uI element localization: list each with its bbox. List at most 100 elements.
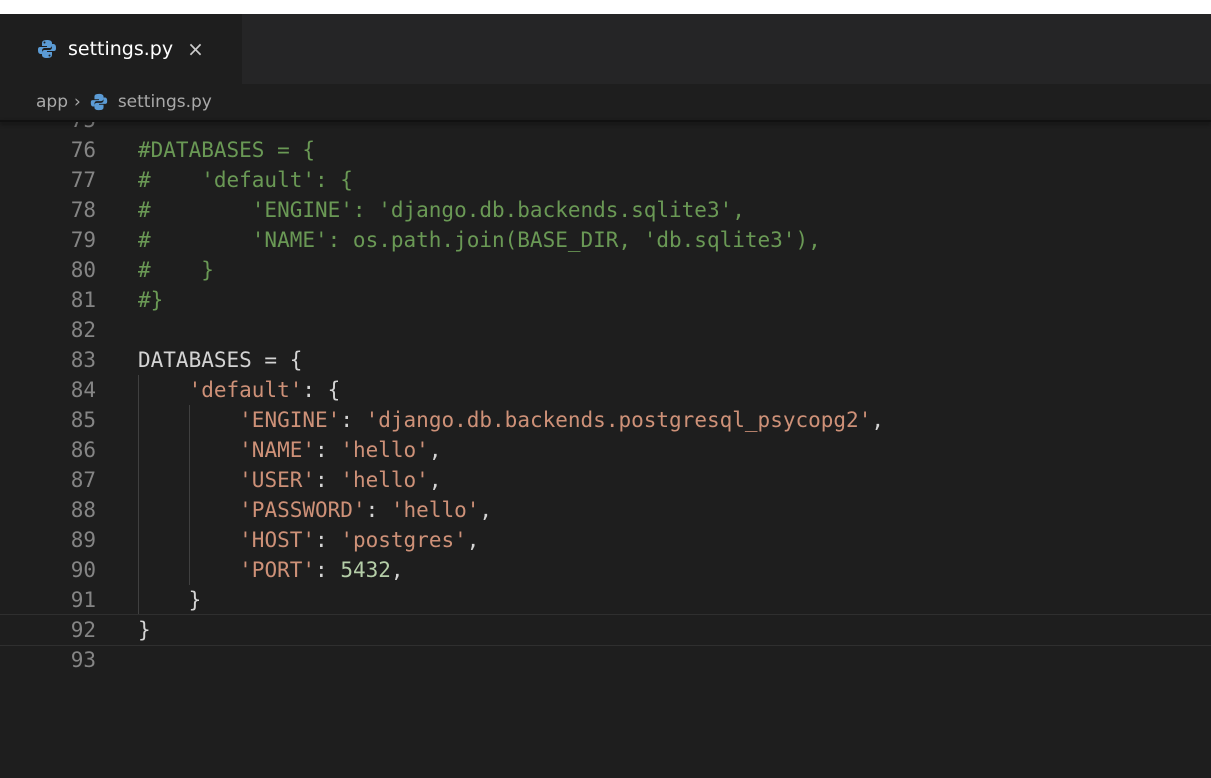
line-code: 'ENGINE': 'django.db.backends.postgresql… <box>138 405 884 435</box>
code-token: } <box>138 588 202 612</box>
line-number: 80 <box>70 258 96 282</box>
code-line[interactable]: 76 #DATABASES = { <box>0 135 1211 165</box>
code-token: #DATABASES = { <box>138 138 316 162</box>
code-token: 'USER' <box>239 468 316 492</box>
code-token: #} <box>138 288 164 312</box>
code-line[interactable]: 88 'PASSWORD': 'hello', <box>0 495 1211 525</box>
code-token: : <box>315 558 341 582</box>
code-line[interactable]: 91 } <box>0 585 1211 615</box>
close-icon[interactable]: × <box>187 39 204 59</box>
code-line[interactable]: 83 DATABASES = { <box>0 345 1211 375</box>
line-number: 88 <box>70 498 96 522</box>
line-code: # 'ENGINE': 'django.db.backends.sqlite3'… <box>138 195 745 225</box>
breadcrumb: app › settings.py <box>0 84 1211 120</box>
code-token: 'hello' <box>340 438 429 462</box>
code-token: } <box>138 618 151 642</box>
code-token: : { <box>302 378 341 402</box>
code-token: # 'NAME': os.path.join(BASE_DIR, 'db.sql… <box>138 228 821 252</box>
line-number: 93 <box>70 648 96 672</box>
tab-settings-py[interactable]: settings.py × <box>0 14 242 84</box>
line-code: 'HOST': 'postgres', <box>138 525 479 555</box>
code-token: 'django.db.backends.postgresql_psycopg2' <box>365 408 872 432</box>
line-number: 77 <box>70 168 96 192</box>
line-code: 'default': { <box>138 375 341 405</box>
code-line[interactable]: 78 # 'ENGINE': 'django.db.backends.sqlite… <box>0 195 1211 225</box>
code-token: # 'default': { <box>138 168 353 192</box>
code-token: 'hello' <box>390 498 480 522</box>
line-code: #DATABASES = { <box>138 135 315 165</box>
code-token: , <box>479 498 493 522</box>
code-line[interactable]: 86 'NAME': 'hello', <box>0 435 1211 465</box>
chevron-right-icon: › <box>74 92 81 112</box>
code-token: : <box>315 528 341 552</box>
line-number: 85 <box>70 408 96 432</box>
code-line[interactable]: 92} <box>0 614 1211 646</box>
line-code: DATABASES = { <box>138 345 302 375</box>
breadcrumb-file[interactable]: settings.py <box>118 92 212 112</box>
python-file-icon <box>89 92 109 112</box>
code-line[interactable]: 77 # 'default': { <box>0 165 1211 195</box>
line-number: 91 <box>70 588 96 612</box>
code-line[interactable]: 81 #} <box>0 285 1211 315</box>
code-token: : <box>315 438 341 462</box>
code-token: DATABASES = { <box>138 348 303 372</box>
code-token: : <box>315 468 341 492</box>
code-token: # 'ENGINE': 'django.db.backends.sqlite3'… <box>138 198 745 222</box>
code-line[interactable]: 85 'ENGINE': 'django.db.backends.postgre… <box>0 405 1211 435</box>
line-code: # 'default': { <box>138 165 353 195</box>
line-number: 81 <box>70 288 96 312</box>
line-code: #} <box>138 285 163 315</box>
line-number: 82 <box>70 318 96 342</box>
code-token: 'PASSWORD' <box>239 498 366 522</box>
line-code: 'PASSWORD': 'hello', <box>138 495 492 525</box>
code-token: : <box>340 408 366 432</box>
line-number: 90 <box>70 558 96 582</box>
breadcrumb-divider <box>0 120 1211 122</box>
line-number: 87 <box>70 468 96 492</box>
line-number: 79 <box>70 228 96 252</box>
line-number: 89 <box>70 528 96 552</box>
code-token: 'PORT' <box>239 558 316 582</box>
line-number: 76 <box>70 138 96 162</box>
window-top-edge <box>0 0 1211 14</box>
code-line[interactable]: 87 'USER': 'hello', <box>0 465 1211 495</box>
code-token: : <box>365 498 391 522</box>
code-line[interactable]: 90 'PORT': 5432, <box>0 555 1211 585</box>
code-line[interactable]: 82 <box>0 315 1211 345</box>
code-token: 'ENGINE' <box>239 408 341 432</box>
code-line[interactable]: 93 <box>0 645 1211 675</box>
code-token: 'HOST' <box>239 528 316 552</box>
code-line[interactable]: 84 'default': { <box>0 375 1211 405</box>
code-token: 5432 <box>340 558 391 582</box>
code-token: , <box>871 408 884 432</box>
line-code: # 'NAME': os.path.join(BASE_DIR, 'db.sql… <box>138 225 821 255</box>
code-line[interactable]: 89 'HOST': 'postgres', <box>0 525 1211 555</box>
line-number: 92 <box>70 618 96 642</box>
code-token: 'NAME' <box>239 438 316 462</box>
line-code: } <box>138 615 151 645</box>
code-editor[interactable]: 7576#DATABASES = {77# 'default': {78# 'E… <box>0 110 1211 778</box>
line-code: } <box>138 585 202 615</box>
code-token: 'hello' <box>340 468 429 492</box>
line-number: 86 <box>70 438 96 462</box>
line-code: 'NAME': 'hello', <box>138 435 441 465</box>
code-line[interactable]: 80 # } <box>0 255 1211 285</box>
line-number: 78 <box>70 198 96 222</box>
code-token: , <box>428 468 442 492</box>
line-code: # } <box>138 255 214 285</box>
line-number: 84 <box>70 378 96 402</box>
breadcrumb-folder[interactable]: app <box>36 92 68 112</box>
line-code: 'PORT': 5432, <box>138 555 404 585</box>
line-number: 83 <box>70 348 96 372</box>
code-line[interactable]: 79 # 'NAME': os.path.join(BASE_DIR, 'db.s… <box>0 225 1211 255</box>
editor-tab-bar: settings.py × <box>0 14 1211 84</box>
code-token: , <box>428 438 442 462</box>
code-token: , <box>390 558 404 582</box>
